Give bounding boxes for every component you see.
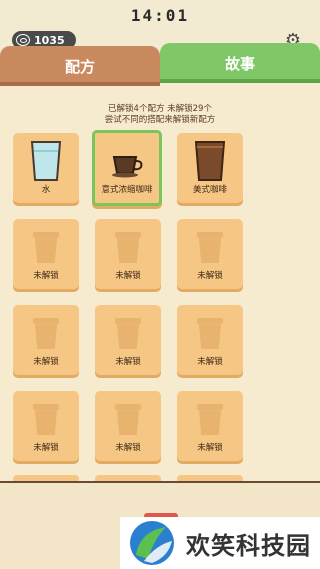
recipe-label: 未解锁 [197, 357, 223, 367]
recipe-label: 意式浓缩咖啡 [101, 185, 153, 195]
recipe-card-locked[interactable]: 未解锁 [13, 391, 79, 461]
recipe-card-americano[interactable]: 美式咖啡 [177, 133, 243, 203]
recipe-card-water[interactable]: 水 [13, 133, 79, 203]
recipe-label: 未解锁 [33, 357, 59, 367]
recipe-label: 未解锁 [115, 357, 141, 367]
recipe-label: 未解锁 [33, 443, 59, 453]
recipe-card-locked[interactable]: 未解锁 [177, 219, 243, 289]
recipe-card-espresso[interactable]: 意式浓缩咖啡 [92, 130, 162, 206]
tab-recipe[interactable]: 配方 [0, 46, 160, 86]
unlock-count-text: 已解锁4个配方 未解锁29个 [108, 104, 212, 114]
espresso-cup-icon [112, 156, 143, 178]
recipe-card-locked[interactable]: 未解锁 [95, 391, 161, 461]
recipe-label: 未解锁 [33, 271, 59, 281]
watermark-text: 欢笑科技园 [186, 531, 311, 560]
water-glass-icon [30, 141, 62, 181]
brand-logo-icon [130, 521, 174, 565]
recipe-card-locked[interactable]: 未解锁 [13, 219, 79, 289]
tab-story[interactable]: 故事 [160, 43, 320, 83]
unlock-hint-text: 尝试不同的搭配来解锁新配方 [104, 115, 216, 125]
recipe-card-locked[interactable]: 未解锁 [95, 219, 161, 289]
coin-icon [16, 34, 30, 46]
watermark: 欢笑科技园 [120, 517, 320, 569]
recipe-card-locked[interactable]: 未解锁 [177, 305, 243, 375]
unlock-info: 已解锁4个配方 未解锁29个 尝试不同的搭配来解锁新配方 [0, 104, 320, 126]
tab-recipe-label: 配方 [64, 57, 95, 76]
americano-glass-icon [194, 141, 226, 181]
recipe-card-locked[interactable]: 未解锁 [13, 305, 79, 375]
recipe-label: 未解锁 [115, 271, 141, 281]
recipe-card-locked[interactable]: 未解锁 [95, 305, 161, 375]
clock: 14:01 [130, 6, 190, 25]
recipe-label: 未解锁 [115, 443, 141, 453]
recipe-label: 未解锁 [197, 443, 223, 453]
recipe-label: 未解锁 [197, 271, 223, 281]
coin-count: 1035 [34, 33, 65, 47]
recipe-card-locked[interactable]: 未解锁 [177, 391, 243, 461]
tab-story-label: 故事 [224, 54, 255, 73]
recipe-label: 水 [41, 185, 51, 195]
recipe-label: 美式咖啡 [192, 185, 227, 195]
